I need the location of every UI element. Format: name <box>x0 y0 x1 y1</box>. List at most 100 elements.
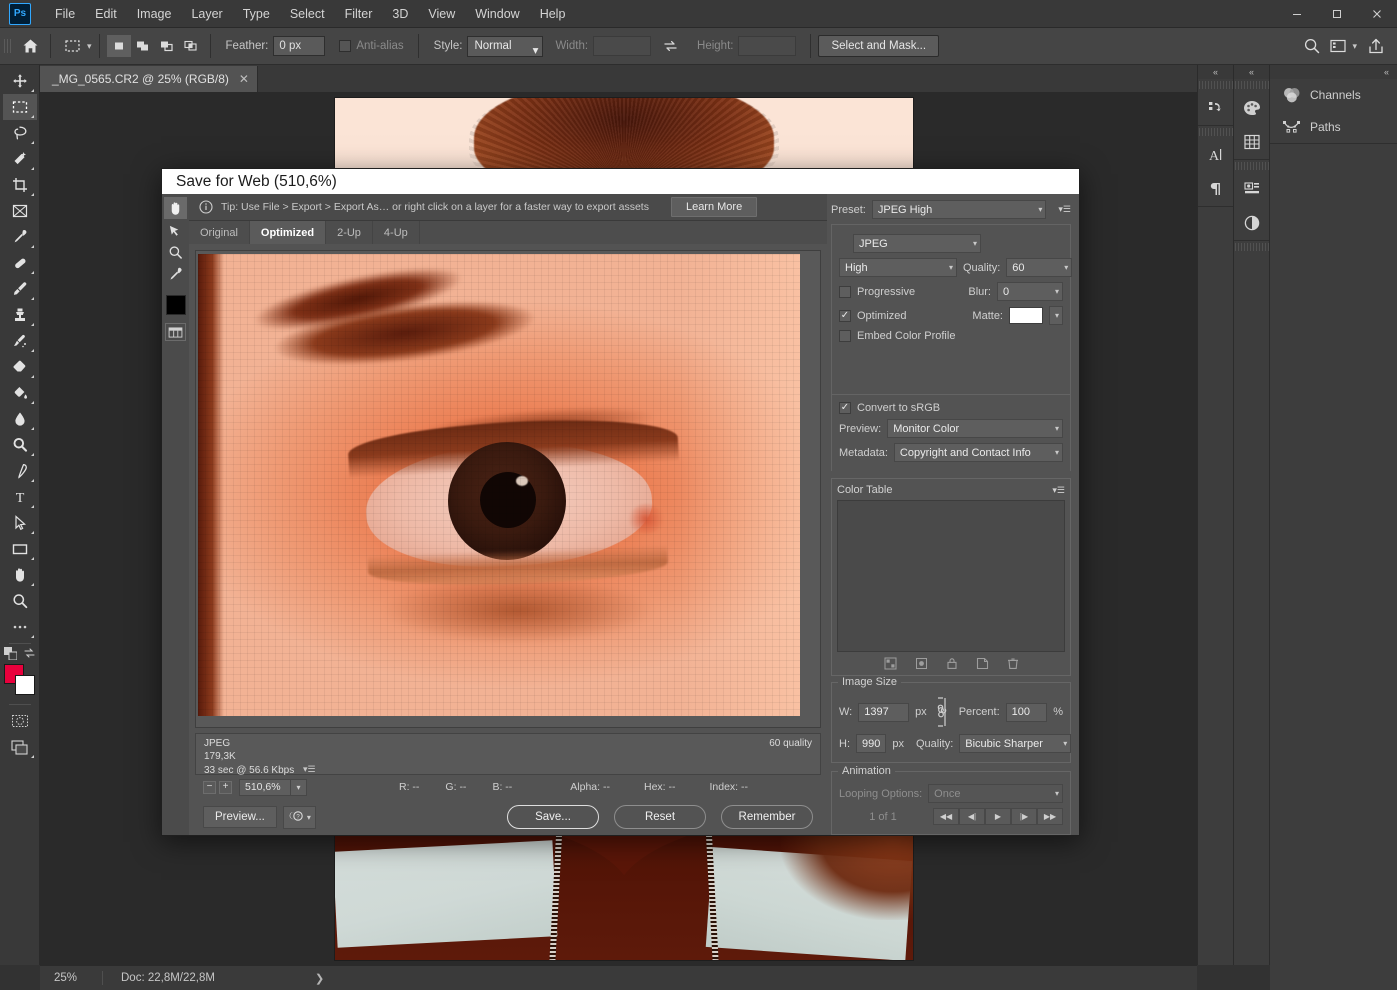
menu-select[interactable]: Select <box>280 3 335 25</box>
tool-preset-chevron-down-icon[interactable]: ▾ <box>87 41 92 52</box>
blur-tool[interactable] <box>3 406 37 432</box>
anti-alias-checkbox[interactable]: Anti-alias <box>339 40 403 52</box>
slice-select-tool[interactable] <box>164 219 187 241</box>
menu-image[interactable]: Image <box>127 3 182 25</box>
toggle-slices-visibility-icon[interactable] <box>165 323 186 341</box>
map-to-transparency-icon[interactable] <box>884 657 897 670</box>
delete-color-icon[interactable] <box>1007 657 1019 670</box>
tab-optimized[interactable]: Optimized <box>250 221 326 244</box>
tab-original[interactable]: Original <box>189 221 250 244</box>
device-preview-dropdown[interactable]: ? ▾ <box>283 806 316 829</box>
percent-input[interactable]: 100 <box>1006 703 1048 722</box>
style-select[interactable]: Normal ▾ <box>467 36 543 57</box>
add-to-selection-button[interactable] <box>131 35 155 57</box>
move-tool[interactable] <box>3 68 37 94</box>
progressive-checkbox[interactable] <box>839 286 851 298</box>
color-panel-icon[interactable] <box>1235 91 1269 125</box>
first-frame-button[interactable]: ◀◀ <box>933 808 959 825</box>
optimized-preview-canvas[interactable] <box>195 250 821 728</box>
remember-button[interactable]: Remember <box>721 805 813 829</box>
menu-layer[interactable]: Layer <box>181 3 232 25</box>
learn-more-button[interactable]: Learn More <box>671 197 757 217</box>
menu-help[interactable]: Help <box>530 3 576 25</box>
looping-options-select[interactable]: Once ▾ <box>928 784 1063 803</box>
frame-tool[interactable] <box>3 198 37 224</box>
healing-brush-tool[interactable] <box>3 250 37 276</box>
pen-tool[interactable] <box>3 458 37 484</box>
device-preview-chevron-down-icon[interactable]: ▾ <box>307 813 311 822</box>
matte-color-swatch[interactable] <box>1009 307 1043 324</box>
rectangular-marquee-tool[interactable] <box>3 94 37 120</box>
menu-filter[interactable]: Filter <box>335 3 383 25</box>
dock-grip-1[interactable] <box>1198 79 1233 91</box>
character-panel-icon[interactable]: A <box>1199 138 1233 172</box>
eyedropper-tool[interactable] <box>3 224 37 250</box>
dock-grip-3[interactable] <box>1234 79 1269 91</box>
next-frame-button[interactable]: |▶ <box>1011 808 1037 825</box>
minimize-button[interactable] <box>1277 0 1317 28</box>
paint-bucket-tool[interactable] <box>3 380 37 406</box>
collapse-panels-icon-3[interactable]: « <box>1270 65 1397 79</box>
panel-tab-paths[interactable]: Paths <box>1270 111 1397 143</box>
compression-select[interactable]: High ▾ <box>839 258 957 277</box>
quality-input[interactable]: 60 ▾ <box>1006 258 1072 277</box>
last-frame-button[interactable]: ▶▶ <box>1037 808 1063 825</box>
preset-select[interactable]: JPEG High ▾ <box>872 200 1047 219</box>
preview-zoom-value[interactable]: 510,6% <box>239 779 291 796</box>
height-input[interactable] <box>738 36 796 56</box>
menu-3d[interactable]: 3D <box>382 3 418 25</box>
zoom-tool[interactable] <box>3 588 37 614</box>
menu-view[interactable]: View <box>418 3 465 25</box>
subtract-from-selection-button[interactable] <box>155 35 179 57</box>
panel-tab-channels[interactable]: Channels <box>1270 79 1397 111</box>
maximize-button[interactable] <box>1317 0 1357 28</box>
history-brush-tool[interactable] <box>3 328 37 354</box>
edit-toolbar-button[interactable] <box>3 614 37 640</box>
width-input[interactable] <box>593 36 651 56</box>
resample-quality-select[interactable]: Bicubic Sharper ▾ <box>959 734 1071 753</box>
color-table-grid[interactable] <box>837 500 1065 652</box>
play-button[interactable]: ▶ <box>985 808 1011 825</box>
convert-to-srgb-checkbox[interactable] <box>839 402 851 414</box>
background-color-swatch[interactable] <box>15 675 35 695</box>
swatches-panel-icon[interactable] <box>1235 125 1269 159</box>
crop-tool[interactable] <box>3 172 37 198</box>
clone-stamp-tool[interactable] <box>3 302 37 328</box>
foreground-background-color[interactable] <box>4 664 36 696</box>
lock-color-icon[interactable] <box>946 657 958 670</box>
color-table-menu-icon[interactable]: ▾☰ <box>1052 485 1065 496</box>
zoom-in-button[interactable]: + <box>219 781 232 794</box>
hand-tool[interactable] <box>3 562 37 588</box>
constrain-proportions-toggle[interactable] <box>933 695 949 729</box>
file-format-select[interactable]: JPEG ▾ <box>853 234 981 253</box>
dock-grip-2[interactable] <box>1198 126 1233 138</box>
preview-select[interactable]: Monitor Color ▾ <box>887 419 1063 438</box>
preview-zoom-chevron-down-icon[interactable]: ▾ <box>291 779 307 796</box>
tab-2-up[interactable]: 2-Up <box>326 221 373 244</box>
optimized-checkbox[interactable] <box>839 310 851 322</box>
options-bar-grip[interactable] <box>4 35 13 57</box>
new-selection-button[interactable] <box>107 35 131 57</box>
metadata-select[interactable]: Copyright and Contact Info ▾ <box>894 443 1063 462</box>
panel-menu-icon[interactable]: ▾☰ <box>1058 204 1071 215</box>
select-and-mask-button[interactable]: Select and Mask... <box>818 35 939 57</box>
intersect-with-selection-button[interactable] <box>179 35 203 57</box>
eraser-tool[interactable] <box>3 354 37 380</box>
type-tool[interactable]: T <box>3 484 37 510</box>
previous-frame-button[interactable]: ◀| <box>959 808 985 825</box>
collapse-panels-icon-2[interactable]: « <box>1234 65 1269 79</box>
menu-edit[interactable]: Edit <box>85 3 127 25</box>
new-color-icon[interactable] <box>976 657 989 670</box>
swap-colors-icon[interactable] <box>23 647 36 660</box>
tab-4-up[interactable]: 4-Up <box>373 221 420 244</box>
screen-mode-icon[interactable] <box>3 734 37 760</box>
dock-grip-5[interactable] <box>1234 241 1269 253</box>
zoom-tool[interactable] <box>164 241 187 263</box>
embed-color-profile-checkbox[interactable] <box>839 330 851 342</box>
menu-type[interactable]: Type <box>233 3 280 25</box>
rectangle-tool[interactable] <box>3 536 37 562</box>
workspace-chevron-down-icon[interactable]: ▾ <box>1352 41 1357 52</box>
cancel-reset-button[interactable]: Reset <box>614 805 706 829</box>
share-icon[interactable] <box>1363 34 1389 58</box>
path-selection-tool[interactable] <box>3 510 37 536</box>
